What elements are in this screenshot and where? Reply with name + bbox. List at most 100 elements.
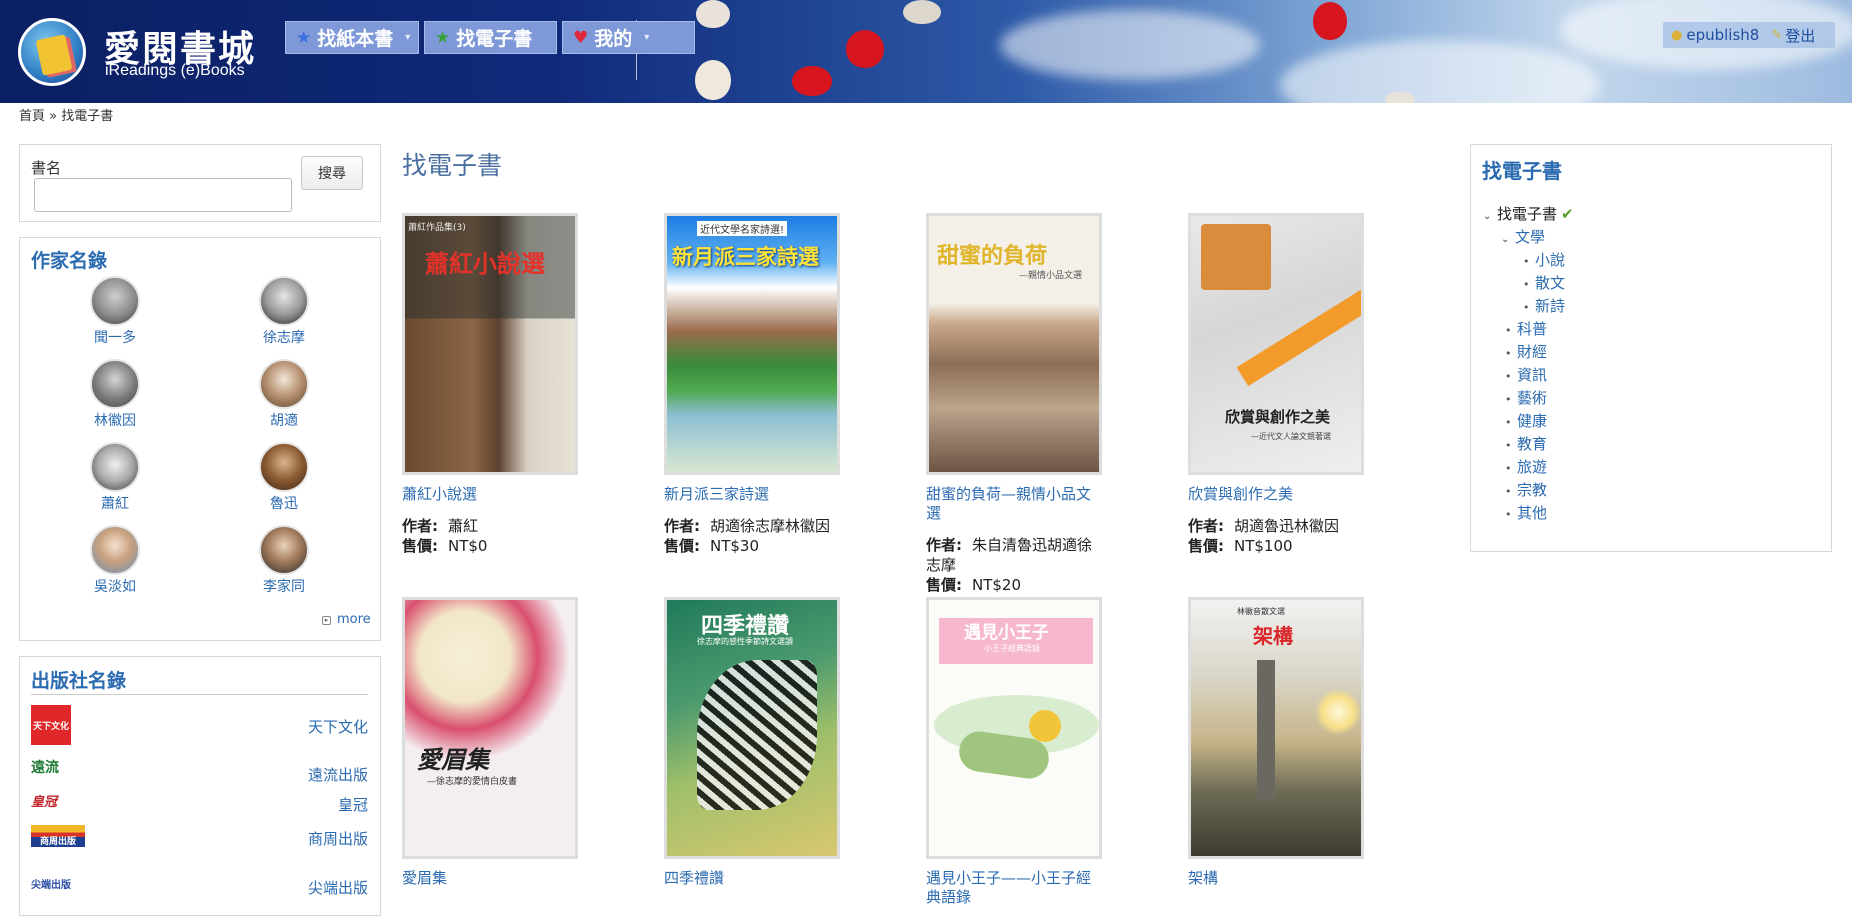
publisher-logo: 天下文化 xyxy=(31,705,71,745)
tree-item[interactable]: • 教育 xyxy=(1505,433,1547,454)
author-name: 魯迅 xyxy=(270,496,298,512)
author-item[interactable]: 聞一多 xyxy=(65,276,165,347)
author-item[interactable]: 胡適 xyxy=(234,359,334,430)
publisher-name[interactable]: 皇冠 xyxy=(338,794,368,815)
author-label: 作者: xyxy=(1188,517,1224,535)
author-avatar xyxy=(259,359,309,409)
book-title-link[interactable]: 新月派三家詩選 xyxy=(664,485,840,504)
bullet-icon: • xyxy=(1505,370,1512,383)
publisher-item[interactable]: 天下文化 天下文化 xyxy=(31,705,368,747)
cover-small-text: 蕭紅作品集(3) xyxy=(408,223,466,233)
author-item[interactable]: 蕭紅 xyxy=(65,442,165,513)
book-cover[interactable]: 甜蜜的負荷 —親情小品文選 xyxy=(926,213,1102,475)
bullet-icon: • xyxy=(1505,508,1512,521)
tree-item-poetry[interactable]: • 新詩 xyxy=(1523,295,1565,316)
publisher-item[interactable]: 尖端出版 尖端出版 xyxy=(31,870,368,900)
bullet-icon: • xyxy=(1523,255,1530,268)
search-panel: 書名 搜尋 xyxy=(19,144,381,222)
publisher-item[interactable]: 商周出版 商周出版 xyxy=(31,825,368,855)
author-avatar xyxy=(90,359,140,409)
balloon-image xyxy=(696,0,730,28)
book-title-link[interactable]: 遇見小王子——小王子經典語錄 xyxy=(926,869,1102,907)
cover-title-text: 遇見小王子 xyxy=(964,623,1049,643)
book-card: 欣賞與創作之美 —近代文人論文競著選 欣賞與創作之美 作者: 胡適魯迅林徽因 售價… xyxy=(1188,213,1388,556)
tree-item[interactable]: • 健康 xyxy=(1505,410,1547,431)
book-title-link[interactable]: 蕭紅小說選 xyxy=(402,485,578,504)
nav-print-books[interactable]: ★ 找紙本書 ▾ xyxy=(285,21,419,54)
author-avatar xyxy=(90,442,140,492)
tree-label: 散文 xyxy=(1535,274,1566,292)
book-cover[interactable]: 近代文學名家詩選! 新月派三家詩選 xyxy=(664,213,840,475)
tree-item[interactable]: • 財經 xyxy=(1505,341,1547,362)
author-label: 作者: xyxy=(402,517,438,535)
book-cover[interactable]: 蕭紅作品集(3) 蕭紅小說選 xyxy=(402,213,578,475)
author-item[interactable]: 魯迅 xyxy=(234,442,334,513)
tree-item[interactable]: • 旅遊 xyxy=(1505,456,1547,477)
book-cover[interactable]: 林徽音散文選 架構 xyxy=(1188,597,1364,859)
site-logo[interactable] xyxy=(18,18,86,86)
book-cover[interactable]: 遇見小王子 小王子經典語錄 xyxy=(926,597,1102,859)
nav-mine[interactable]: ♥ 我的 ▾ xyxy=(562,21,695,54)
book-title-link[interactable]: 愛眉集 xyxy=(402,869,578,888)
book-cover[interactable]: 愛眉集 —徐志摩的愛情白皮書 xyxy=(402,597,578,859)
author-item[interactable]: 吳淡如 xyxy=(65,525,165,596)
cover-title-text: 愛眉集 xyxy=(417,746,489,774)
sun-image xyxy=(1316,690,1360,734)
chevron-down-icon: ▾ xyxy=(644,32,650,43)
book-title-link[interactable]: 四季禮讚 xyxy=(664,869,840,888)
publisher-item[interactable]: 皇冠 皇冠 xyxy=(31,791,368,821)
chevron-down-icon[interactable]: ⌄ xyxy=(1483,211,1497,222)
chevron-down-icon[interactable]: ⌄ xyxy=(1501,234,1515,245)
author-name: 聞一多 xyxy=(94,330,136,346)
book-title-link[interactable]: 甜蜜的負荷—親情小品文選 xyxy=(926,485,1102,523)
tree-item[interactable]: • 其他 xyxy=(1505,502,1547,523)
tree-item[interactable]: • 資訊 xyxy=(1505,364,1547,385)
tree-item[interactable]: • 科普 xyxy=(1505,318,1547,339)
book-cover[interactable]: 欣賞與創作之美 —近代文人論文競著選 xyxy=(1188,213,1364,475)
tree-item-literature[interactable]: ⌄ 文學 xyxy=(1501,226,1545,247)
tree-item-novel[interactable]: • 小說 xyxy=(1523,249,1565,270)
search-input[interactable] xyxy=(34,178,292,212)
author-name: 林徽因 xyxy=(94,413,136,429)
publisher-name[interactable]: 商周出版 xyxy=(308,828,368,849)
user-box: ● epublish8 ✎ 登出 xyxy=(1663,22,1835,48)
username-link[interactable]: epublish8 xyxy=(1686,26,1759,44)
tree-label: 小說 xyxy=(1535,251,1566,269)
brand-subtitle: iReadings (e)Books xyxy=(105,62,245,79)
more-authors-link[interactable]: ▸ more xyxy=(322,612,371,627)
publisher-name[interactable]: 尖端出版 xyxy=(308,877,368,898)
author-name: 吳淡如 xyxy=(94,579,136,595)
cover-small-text: —徐志摩的愛情白皮書 xyxy=(427,777,518,787)
publisher-item[interactable]: 遠流 遠流出版 xyxy=(31,757,368,787)
author-avatar xyxy=(259,442,309,492)
book-card: 近代文學名家詩選! 新月派三家詩選 新月派三家詩選 作者: 胡適徐志摩林徽因 售價… xyxy=(664,213,864,556)
search-button[interactable]: 搜尋 xyxy=(301,156,363,190)
book-card: 四季禮讚 徐志摩的感性季節詩文選讀 四季禮讚 xyxy=(664,597,864,888)
tree-root[interactable]: ⌄ 找電子書 ✔ xyxy=(1483,203,1574,224)
bullet-icon: • xyxy=(1505,393,1512,406)
tree-item[interactable]: • 宗教 xyxy=(1505,479,1547,500)
bullet-icon: • xyxy=(1505,416,1512,429)
book-title-link[interactable]: 欣賞與創作之美 xyxy=(1188,485,1364,504)
author-name: 李家同 xyxy=(263,579,305,595)
book-title-link[interactable]: 架構 xyxy=(1188,869,1364,888)
author-item[interactable]: 李家同 xyxy=(234,525,334,596)
logout-link[interactable]: 登出 xyxy=(1785,25,1815,46)
price-label: 售價: xyxy=(926,576,962,594)
nav-ebooks[interactable]: ★ 找電子書 xyxy=(424,21,557,54)
bullet-icon: • xyxy=(1523,301,1530,314)
check-icon: ✔ xyxy=(1561,205,1574,223)
author-item[interactable]: 林徽因 xyxy=(65,359,165,430)
author-label: 作者: xyxy=(664,517,700,535)
breadcrumb-home[interactable]: 首頁 xyxy=(19,109,45,124)
tree-label: 旅遊 xyxy=(1517,458,1548,476)
book-cover[interactable]: 四季禮讚 徐志摩的感性季節詩文選讀 xyxy=(664,597,840,859)
author-item[interactable]: 徐志摩 xyxy=(234,276,334,347)
tree-label: 健康 xyxy=(1517,412,1548,430)
tree-item-prose[interactable]: • 散文 xyxy=(1523,272,1565,293)
publisher-logo: 皇冠 xyxy=(31,795,58,810)
publisher-name[interactable]: 天下文化 xyxy=(308,716,368,737)
tree-item[interactable]: • 藝術 xyxy=(1505,387,1547,408)
butterfly-image xyxy=(697,660,817,810)
publisher-name[interactable]: 遠流出版 xyxy=(308,764,368,785)
